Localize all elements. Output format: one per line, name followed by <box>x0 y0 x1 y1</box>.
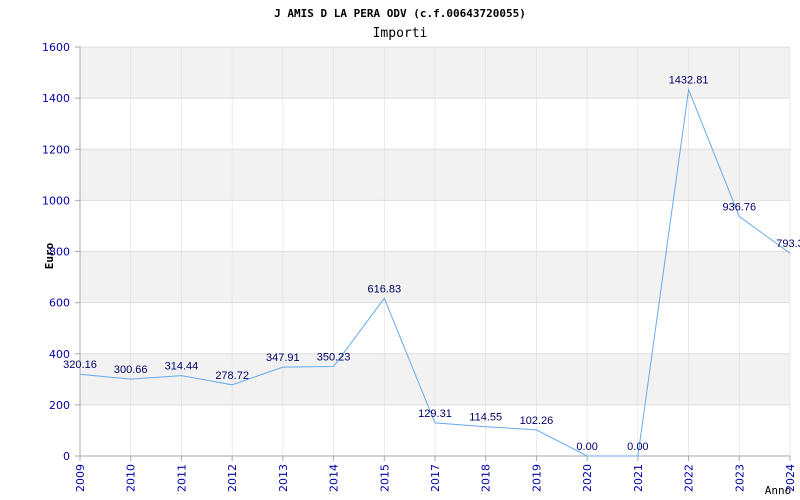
x-tick-label: 2009 <box>74 464 87 492</box>
y-tick-label: 0 <box>63 450 70 463</box>
x-tick-label: 2023 <box>733 464 746 492</box>
x-tick-label: 2010 <box>125 464 138 492</box>
y-tick-label: 1400 <box>42 92 70 105</box>
data-label: 0.00 <box>576 441 597 453</box>
data-label: 616.83 <box>367 283 401 295</box>
y-tick-label: 1000 <box>42 194 70 207</box>
data-label: 793.3 <box>776 238 800 250</box>
line-chart: J AMIS D LA PERA ODV (c.f.00643720055) I… <box>42 7 800 497</box>
y-tick-label: 1200 <box>42 143 70 156</box>
x-tick-label: 2019 <box>530 464 543 492</box>
x-axis-label: Anno <box>765 484 792 497</box>
x-tick-label: 2015 <box>378 464 391 492</box>
x-tick-labels: 2009 2010 2011 2012 2013 2014 2015 2017 2018 2019… <box>74 464 797 492</box>
x-tick-label: 2011 <box>175 464 188 492</box>
x-tick-label: 2022 <box>683 464 696 492</box>
chart-subtitle: Importi <box>373 26 428 41</box>
y-axis-label: Euro <box>43 242 56 269</box>
x-tick-label: 2020 <box>581 464 594 492</box>
data-label: 300.66 <box>114 364 148 376</box>
data-label: 102.26 <box>520 415 554 427</box>
y-tick-label: 200 <box>49 399 70 412</box>
y-tick-label: 1600 <box>42 41 70 54</box>
x-tick-label: 2017 <box>429 464 442 492</box>
x-tick-label: 2018 <box>480 464 493 492</box>
x-tick-label: 2012 <box>226 464 239 492</box>
y-tick-label: 600 <box>49 297 70 310</box>
x-tick-label: 2014 <box>328 464 341 492</box>
data-label: 129.31 <box>418 408 452 420</box>
data-label: 320.16 <box>63 359 97 371</box>
data-label: 936.76 <box>722 202 756 214</box>
data-label: 0.00 <box>627 441 648 453</box>
chart-title: J AMIS D LA PERA ODV (c.f.00643720055) <box>274 7 526 20</box>
data-label: 114.55 <box>469 412 502 424</box>
x-tick-label: 2021 <box>632 464 645 492</box>
data-label: 314.44 <box>165 361 199 373</box>
data-label: 1432.81 <box>669 75 709 87</box>
data-label: 278.72 <box>215 370 249 382</box>
data-label: 350.23 <box>317 351 351 363</box>
data-label: 347.91 <box>266 352 300 364</box>
x-tick-label: 2013 <box>277 464 290 492</box>
